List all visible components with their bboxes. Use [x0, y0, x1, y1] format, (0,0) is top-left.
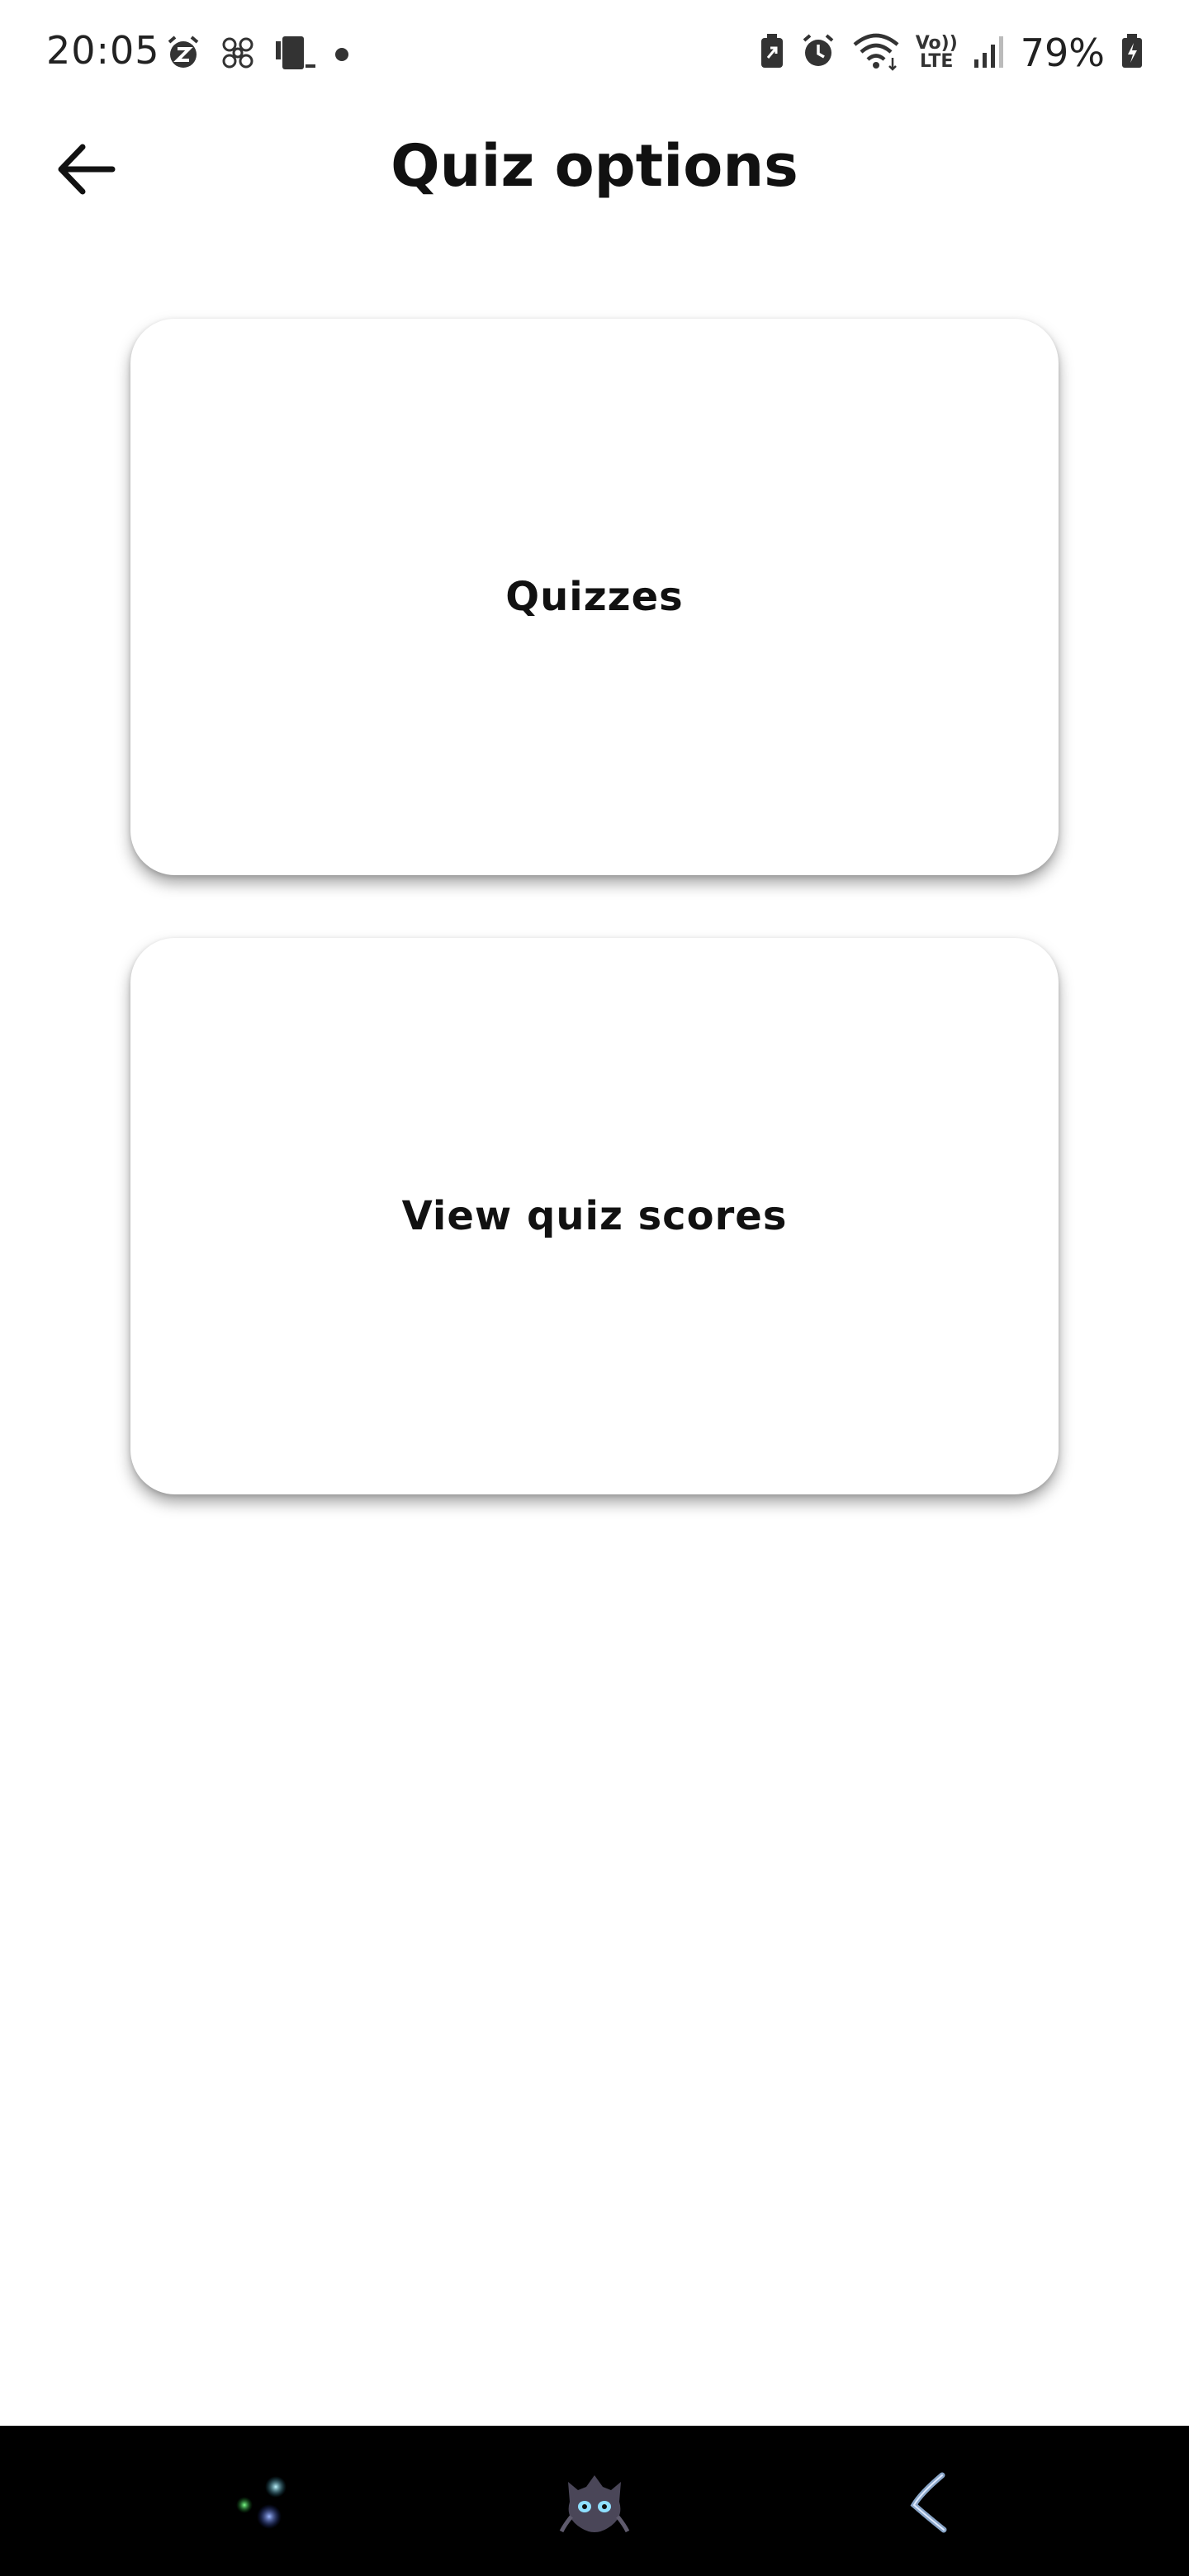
home-button[interactable]: [549, 2467, 640, 2541]
recents-button[interactable]: [219, 2467, 310, 2541]
notification-dot-icon: [335, 48, 348, 61]
device-icon: [274, 33, 317, 76]
back-nav-button[interactable]: [883, 2467, 974, 2541]
alarm-snooze-icon: [165, 35, 201, 74]
status-time: 20:05: [46, 28, 160, 73]
battery-percent: 79%: [1020, 31, 1105, 75]
volte-icon: Vo)) LTE: [916, 35, 958, 71]
header: Quiz options: [0, 116, 1189, 223]
navigation-bar: [0, 2426, 1189, 2576]
page-title: Quiz options: [391, 132, 798, 200]
status-left-icons: [165, 33, 348, 76]
battery-icon: [1120, 33, 1144, 73]
view-quiz-scores-card[interactable]: View quiz scores: [130, 938, 1059, 1494]
view-quiz-scores-label: View quiz scores: [401, 1193, 788, 1239]
quizzes-card[interactable]: Quizzes: [130, 319, 1059, 875]
status-bar: 20:05 Vo)) LTE 79%: [0, 0, 1189, 107]
recents-icon: [223, 2465, 306, 2543]
battery-saver-icon: [759, 33, 785, 73]
volte-label: Vo)): [915, 33, 958, 54]
alarm-icon: [800, 33, 836, 73]
home-icon: [553, 2465, 636, 2543]
back-icon: [888, 2465, 970, 2543]
signal-icon: [973, 33, 1006, 73]
status-right-icons: Vo)) LTE 79%: [759, 28, 1144, 78]
fan-icon: [220, 35, 256, 74]
quizzes-label: Quizzes: [505, 574, 684, 620]
lte-label: LTE: [920, 51, 954, 72]
wifi-icon: [851, 31, 901, 74]
